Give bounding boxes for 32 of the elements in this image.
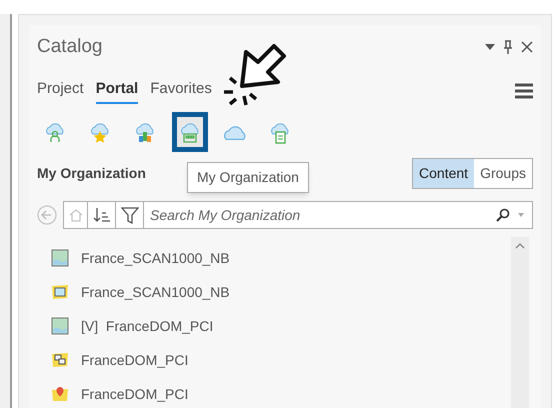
- catalog-item[interactable]: France_SCAN1000_NB: [37, 241, 511, 275]
- raster-image-icon: [51, 317, 69, 335]
- filter-icon[interactable]: [120, 206, 138, 224]
- pin-icon[interactable]: [503, 40, 513, 54]
- search-field[interactable]: Search My Organization: [144, 202, 496, 228]
- toggle-option[interactable]: Content: [413, 159, 474, 188]
- pane-title: Catalog: [37, 35, 102, 59]
- sort-icon[interactable]: [92, 207, 112, 223]
- map-icon: [51, 283, 69, 301]
- search-toolbar[interactable]: Search My Organization: [63, 201, 533, 229]
- scroll-up-icon[interactable]: [515, 243, 525, 249]
- raster-image-icon: [51, 249, 69, 267]
- catalog-item[interactable]: FranceDOM_PCI: [37, 343, 511, 377]
- tab[interactable]: Favorites: [150, 78, 212, 104]
- catalog-item[interactable]: [V] FranceDOM_PCI: [37, 309, 511, 343]
- tooltip: My Organization: [187, 162, 309, 193]
- dropdown-caret-icon[interactable]: [485, 44, 495, 50]
- home-icon[interactable]: [68, 208, 82, 222]
- section-title: My Organization: [37, 164, 146, 183]
- tile-layer-icon: [51, 351, 69, 369]
- close-icon[interactable]: [521, 41, 533, 54]
- toggle-option[interactable]: Groups: [474, 159, 532, 188]
- menu-icon[interactable]: [515, 82, 533, 99]
- catalog-item[interactable]: FranceDOM_PCI: [37, 377, 511, 408]
- cloud-icon: [223, 124, 247, 140]
- portal-view-button[interactable]: [172, 112, 208, 152]
- tab[interactable]: Portal: [96, 78, 138, 104]
- scrollbar[interactable]: [511, 237, 529, 408]
- search-icon[interactable]: [496, 208, 510, 222]
- catalog-item[interactable]: France_SCAN1000_NB: [37, 275, 511, 309]
- tab[interactable]: Project: [37, 78, 84, 104]
- map-pin-icon: [51, 385, 69, 403]
